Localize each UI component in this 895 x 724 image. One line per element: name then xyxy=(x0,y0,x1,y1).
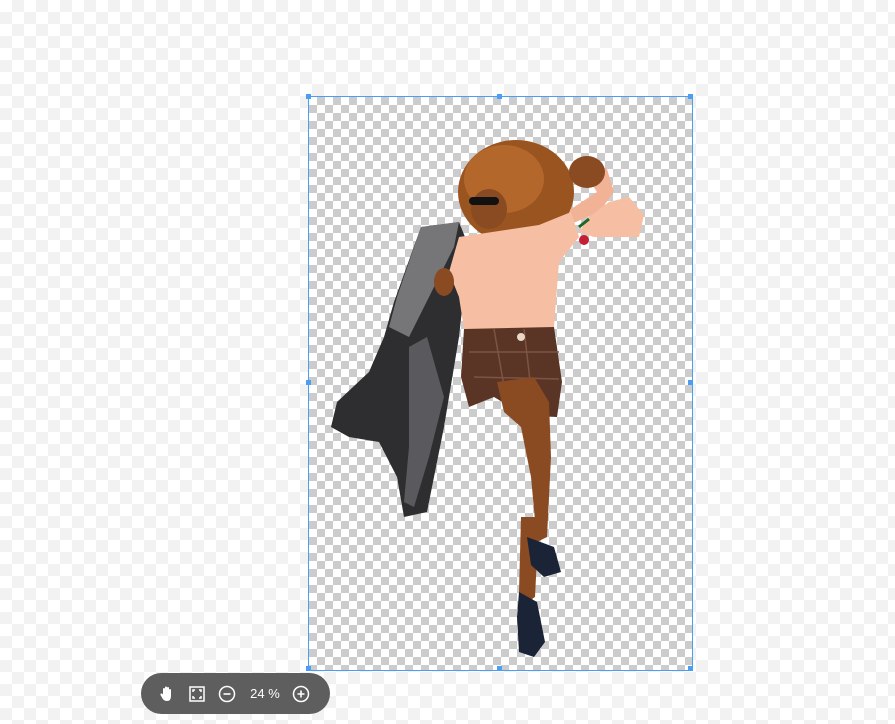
resize-handle-right[interactable] xyxy=(688,380,693,385)
fit-screen-button[interactable] xyxy=(185,682,209,706)
hand-icon xyxy=(160,686,171,701)
resize-handle-bottom[interactable] xyxy=(497,666,502,671)
fit-screen-icon xyxy=(189,685,205,702)
image-layer[interactable] xyxy=(309,97,692,670)
pan-button[interactable] xyxy=(155,682,179,706)
zoom-out-icon xyxy=(218,685,236,702)
resize-handle-bottom-left[interactable] xyxy=(306,666,311,671)
zoom-out-button[interactable] xyxy=(215,682,239,706)
resize-handle-left[interactable] xyxy=(306,380,311,385)
resize-handle-bottom-right[interactable] xyxy=(688,666,693,671)
zoom-level: 24 % xyxy=(250,686,280,701)
subject-image[interactable] xyxy=(309,97,692,670)
resize-handle-top-left[interactable] xyxy=(306,94,311,99)
zoom-toolbar: 24 % xyxy=(141,673,330,714)
zoom-in-icon xyxy=(292,685,310,702)
coat-shape xyxy=(331,222,469,517)
resize-handle-top[interactable] xyxy=(497,94,502,99)
editor-canvas[interactable] xyxy=(0,0,895,724)
zoom-in-button[interactable] xyxy=(289,682,313,706)
resize-handle-top-right[interactable] xyxy=(688,94,693,99)
